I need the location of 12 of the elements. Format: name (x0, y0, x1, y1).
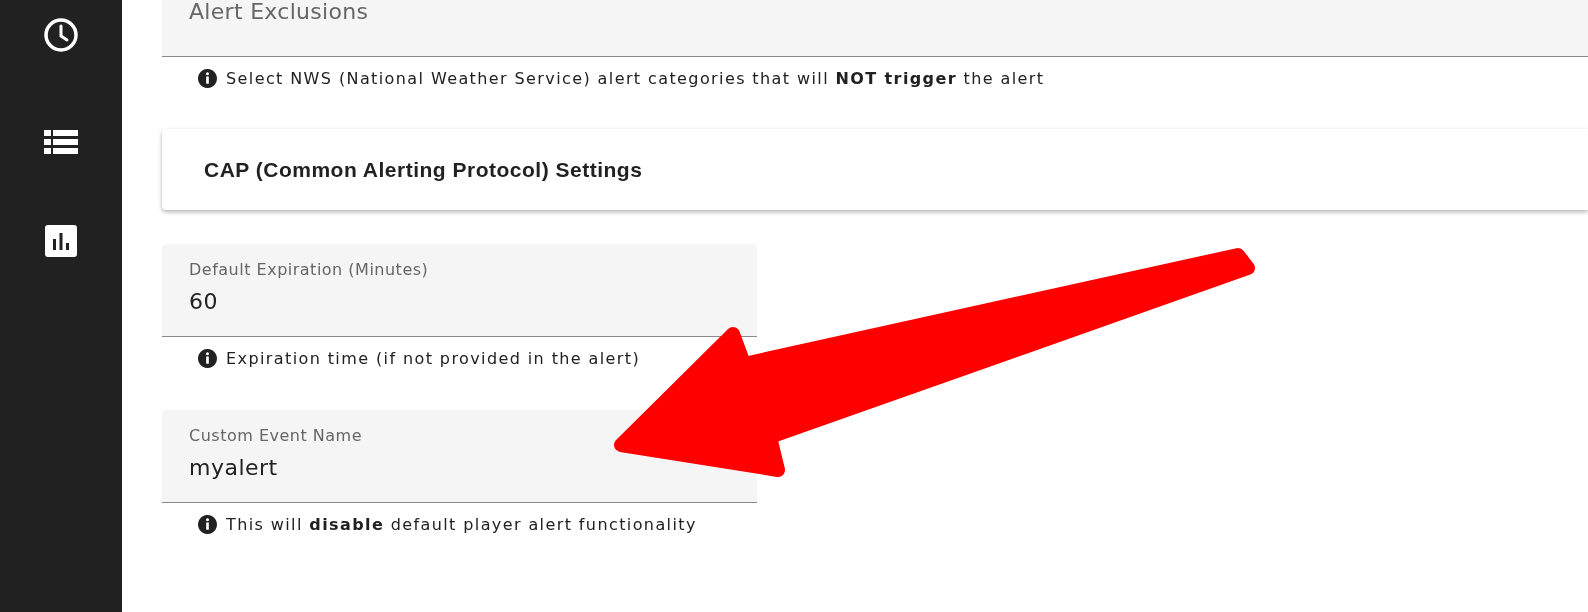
text-field[interactable]: Default Expiration (Minutes) 60 (162, 244, 757, 337)
help-text: Expiration time (if not provided in the alert) (226, 348, 641, 368)
text-field[interactable]: Alert Exclusions (162, 0, 1588, 57)
clock-icon[interactable] (43, 17, 79, 53)
help-text: This will disable default player alert functionality (226, 514, 697, 534)
list-icon[interactable] (44, 130, 78, 154)
info-icon (198, 348, 217, 368)
info-icon (198, 514, 217, 534)
info-icon (198, 68, 217, 88)
bar-chart-icon[interactable] (45, 225, 77, 257)
settings-panel-header[interactable]: CAP (Common Alerting Protocol) Settings (162, 129, 1588, 210)
help-text: Select NWS (National Weather Service) alert categories that will NOT trigger the alert (226, 68, 1045, 88)
